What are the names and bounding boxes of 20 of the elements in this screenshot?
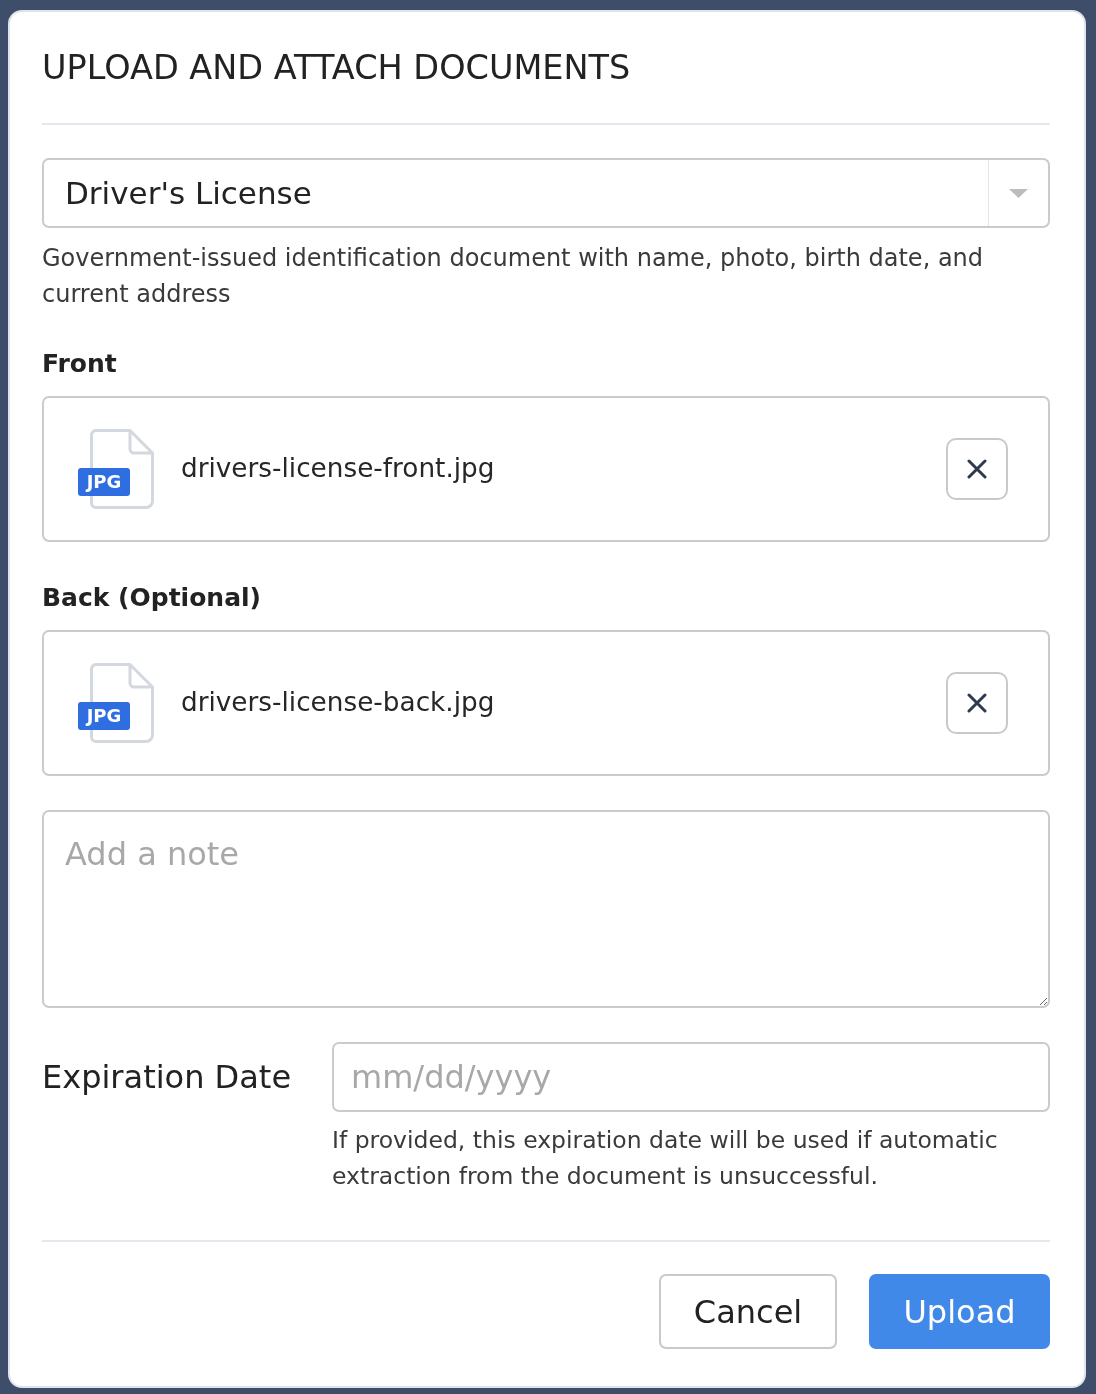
file-type-badge: JPG (78, 468, 130, 496)
remove-file-button[interactable] (946, 438, 1008, 500)
close-icon (967, 459, 987, 479)
section-label: Back (Optional) (42, 582, 262, 614)
file-name: drivers-license-back.jpg (181, 686, 495, 720)
help-text: If provided, this expiration date will be used if automatic extraction from the document is unsuccessful. (332, 1125, 999, 1192)
caret-icon (1009, 188, 1028, 198)
dialog-title: UPLOAD AND ATTACH DOCUMENTS (42, 49, 632, 87)
note-field[interactable]: Add a note (42, 810, 1050, 1008)
document-type-description: Government-issued identification document with name, photo, birth date, and current address (42, 243, 985, 310)
document-type-select[interactable]: Driver's License (42, 158, 1050, 228)
file-name: drivers-license-front.jpg (181, 452, 495, 486)
remove-file-button[interactable] (946, 672, 1008, 734)
close-icon (967, 693, 987, 713)
cancel-button[interactable]: Cancel (659, 1274, 837, 1349)
date-field[interactable]: mm/dd/yyyy (332, 1042, 1050, 1112)
upload-button[interactable]: Upload (869, 1274, 1050, 1349)
field-label: Expiration Date (42, 1057, 292, 1098)
file-type-badge: JPG (78, 702, 130, 730)
section-label: Front (42, 348, 118, 380)
